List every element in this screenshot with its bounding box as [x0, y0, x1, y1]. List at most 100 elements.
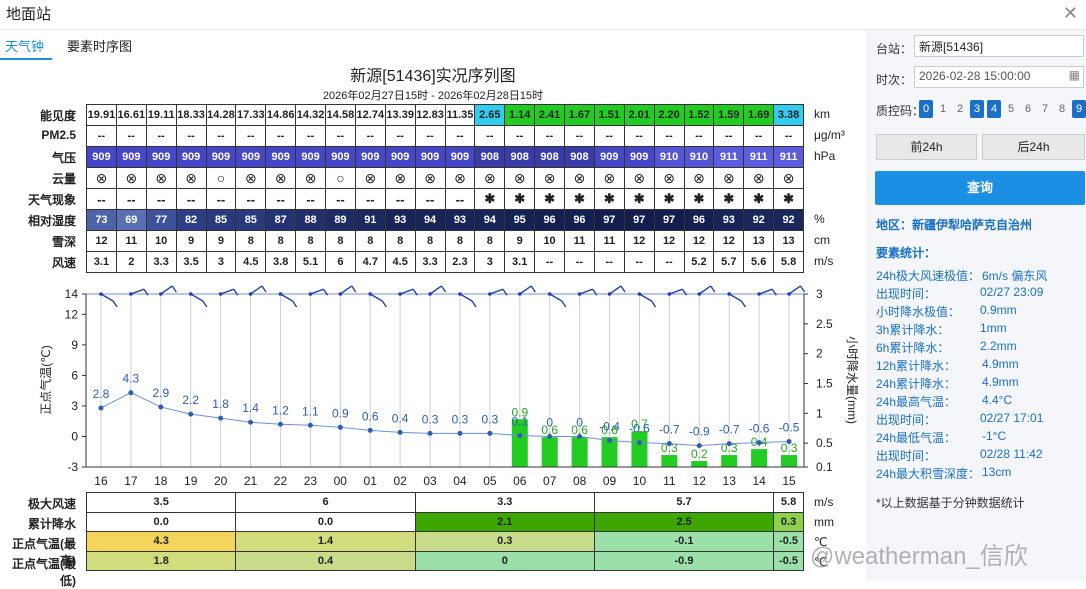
temperature-label: -0.7 [719, 423, 740, 437]
temperature-label: 1.2 [272, 403, 289, 417]
precip-bar [541, 437, 558, 467]
temperature-point [666, 441, 672, 447]
summary-row-unit: mm [814, 515, 834, 529]
temperature-point [726, 441, 732, 447]
x-tick-label: 17 [124, 474, 138, 488]
wind-barb [788, 285, 801, 295]
wind-barb-flag [740, 300, 746, 308]
qc-code-5[interactable]: 5 [1004, 100, 1018, 118]
summary-cell: 1.8 [85, 550, 237, 571]
y-tick-label-right: 2.5 [816, 317, 833, 331]
x-tick-label: 15 [782, 474, 796, 488]
prev-24h-button[interactable]: 前24h [876, 134, 977, 160]
x-tick-label: 20 [214, 474, 228, 488]
summary-cell: -0.5 [773, 550, 804, 571]
stat-value: 02/28 11:42 [980, 447, 1043, 461]
stat-value: 4.9mm [982, 357, 1019, 371]
region-text: 地区：新疆伊犁哈萨克自治州 [876, 218, 1033, 232]
qc-code-1[interactable]: 1 [936, 100, 950, 118]
wind-barb-flag [561, 300, 567, 308]
next-24h-button[interactable]: 后24h [982, 134, 1085, 160]
temperature-label: 2.9 [152, 386, 169, 400]
wind-barb [339, 285, 353, 295]
temperature-label: 2.2 [182, 393, 199, 407]
temperature-point [248, 419, 254, 425]
qc-code-2[interactable]: 2 [953, 100, 967, 118]
summary-row: 1.8 0.4 0 -0.9 -0.5 [85, 550, 804, 571]
wind-barb-flag [620, 285, 626, 293]
precip-bar [631, 431, 648, 467]
y-tick-label-left: -3 [67, 460, 78, 474]
y-tick-label-left: 3 [71, 399, 78, 413]
close-icon[interactable]: ✕ [1063, 3, 1078, 24]
wind-barb [429, 285, 442, 295]
stat-key: 出现时间： [876, 287, 937, 301]
query-button[interactable]: 查询 [875, 171, 1085, 205]
y-axis-title-left: 正点气温(℃) [38, 345, 53, 414]
stat-key: 3h累计降水： [876, 323, 950, 337]
temperature-point [98, 405, 104, 411]
summary-cell: 2.5 [593, 511, 775, 532]
temperature-label: 0 [546, 415, 553, 429]
summary-cell: 0 [414, 550, 595, 571]
summary-cell: 0.0 [85, 511, 237, 532]
wind-barb [669, 288, 683, 295]
station-input[interactable]: 新源[51436] [914, 35, 1084, 57]
temperature-label: 4.3 [123, 372, 140, 386]
temperature-label: 0.6 [362, 409, 379, 423]
wind-barb [579, 288, 594, 295]
wind-barb [280, 293, 293, 302]
precip-bar [781, 455, 798, 467]
calendar-icon[interactable]: ▦ [1069, 68, 1080, 82]
x-tick-label: 16 [94, 474, 108, 488]
summary-cell: 0.3 [773, 511, 804, 532]
x-tick-label: 11 [663, 474, 676, 488]
summary-row: 4.3 1.4 0.3 -0.1 -0.5 [85, 531, 804, 552]
temperature-label: 1.1 [302, 404, 319, 418]
qc-code-3[interactable]: 3 [970, 100, 984, 118]
temperature-point [457, 430, 463, 436]
temperature-label: -0.7 [659, 423, 680, 437]
qc-code-8[interactable]: 8 [1055, 100, 1069, 118]
x-tick-label: 06 [513, 474, 527, 488]
wind-barb [399, 288, 414, 295]
x-tick-label: 01 [364, 474, 378, 488]
x-tick-label: 00 [334, 474, 348, 488]
x-tick-label: 23 [304, 474, 318, 488]
temperature-point [158, 404, 164, 410]
qc-code-0[interactable]: 0 [919, 100, 933, 118]
qc-code-9[interactable]: 9 [1072, 100, 1086, 118]
wind-barb [310, 288, 324, 295]
x-tick-label: 07 [543, 474, 557, 488]
wind-barb [220, 288, 235, 295]
qc-code-4[interactable]: 4 [987, 100, 1001, 118]
stat-key: 小时降水极值： [876, 305, 961, 319]
temperature-point [547, 433, 553, 439]
qc-code-7[interactable]: 7 [1038, 100, 1052, 118]
time-input[interactable]: 2026-02-28 15:00:00 ▦ [914, 66, 1084, 88]
stat-key: 24h最低气温： [876, 431, 957, 445]
precip-bar [721, 455, 738, 467]
y-tick-label-left: 6 [71, 368, 78, 382]
summary-cell: 0.4 [235, 550, 416, 571]
wind-barb [130, 288, 145, 295]
qc-code-6[interactable]: 6 [1021, 100, 1035, 118]
summary-cell: 2.1 [414, 511, 595, 532]
temperature-point [277, 421, 283, 427]
x-tick-label: 03 [423, 474, 437, 488]
wind-barb [639, 293, 652, 302]
precip-bar [751, 449, 768, 467]
summary-row: 3.5 6 3.3 5.7 5.8 [85, 492, 804, 513]
summary-cell: -0.1 [593, 531, 775, 552]
stat-key: 出现时间： [876, 449, 937, 463]
temperature-point [397, 429, 403, 435]
qc-label: 质控码： [876, 104, 925, 118]
wind-barb [519, 285, 532, 295]
y-tick-label-right: 2 [816, 347, 823, 361]
summary-row-label: 累计降水 [27, 517, 76, 531]
summary-cell: 1.4 [235, 531, 416, 552]
summary-row-label: 极大风速 [27, 497, 76, 511]
y-tick-label-right: 0.1 [816, 460, 833, 474]
wind-barb-flag [292, 300, 298, 308]
temperature-label: 0.1 [511, 414, 528, 428]
